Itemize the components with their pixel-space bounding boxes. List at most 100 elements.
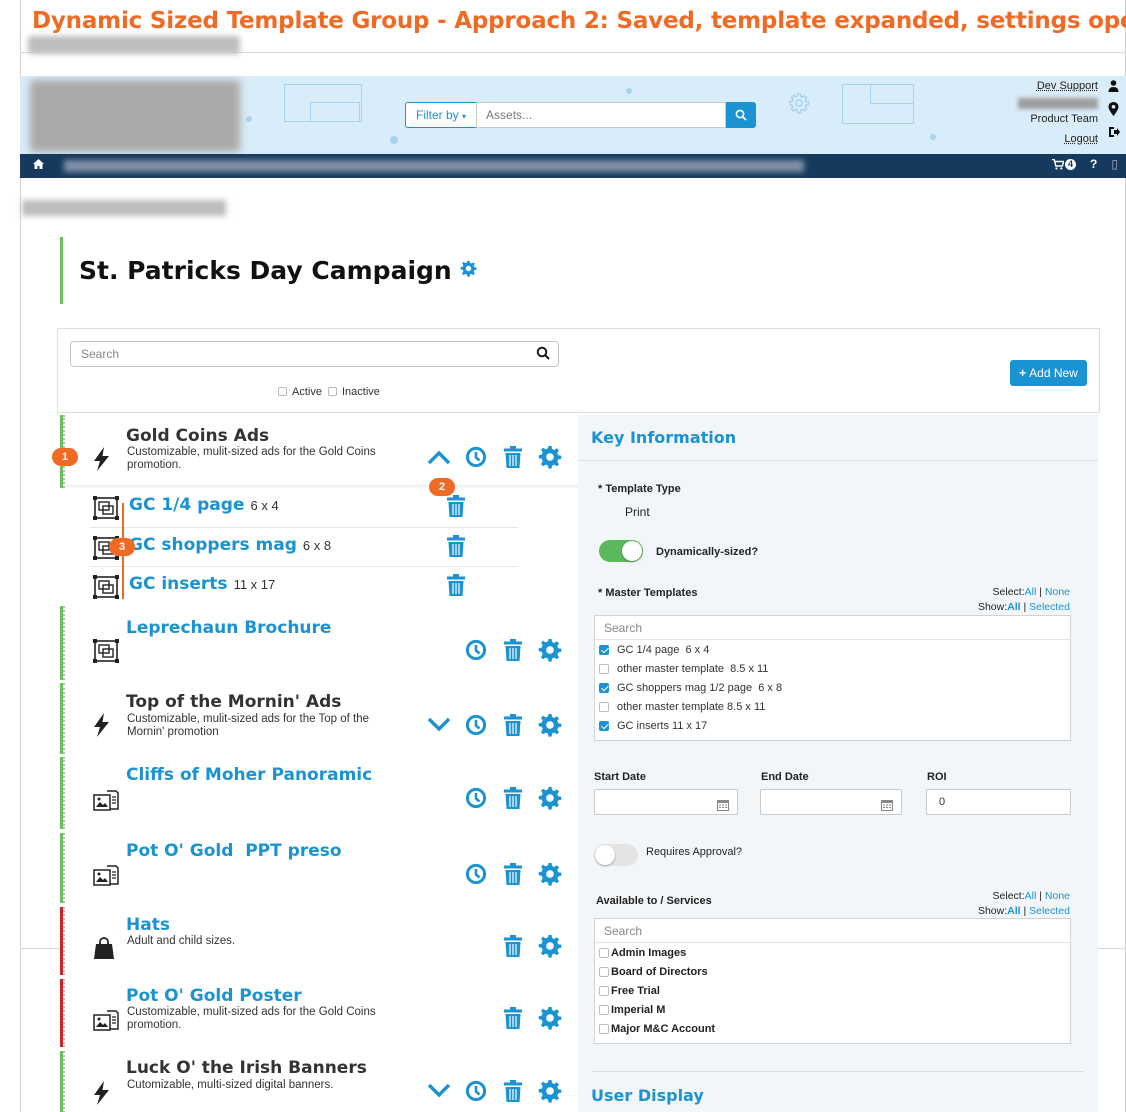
select-none-link[interactable]: None (1045, 890, 1070, 902)
master-templates-box: Search GC 1/4 page 6 x 4 other master te… (594, 615, 1071, 741)
trash-icon[interactable] (494, 446, 531, 468)
master-template-option[interactable]: other master template 8.5 x 11 (595, 659, 1070, 678)
template-title[interactable]: Gold Coins Ads (126, 426, 269, 446)
expand-chevron-down-icon[interactable] (420, 717, 457, 733)
child-template-title[interactable]: GC 1/4 page 6 x 4 (129, 495, 279, 515)
dev-support-link[interactable]: Dev Support (1018, 80, 1098, 92)
collapse-chevron-up-icon[interactable] (420, 449, 457, 465)
requires-approval-toggle[interactable] (594, 844, 638, 866)
gear-icon[interactable] (531, 638, 568, 662)
service-option[interactable]: Major M&C Account (595, 1019, 1070, 1038)
bookmark-icon[interactable]: ▯ (1111, 157, 1118, 171)
template-row[interactable]: Top of the Mornin' Ads Customizable, mul… (60, 683, 578, 754)
checkbox-icon (599, 966, 609, 977)
service-option[interactable]: Board of Directors (595, 962, 1070, 981)
search-icon[interactable] (536, 346, 550, 360)
master-templates-search[interactable]: Search (595, 616, 1070, 640)
select-none-link[interactable]: None (1045, 586, 1070, 598)
show-all-link[interactable]: All (1007, 601, 1020, 613)
select-all-link[interactable]: All (1025, 586, 1037, 598)
filter-by-dropdown[interactable]: Filter by ▾ (405, 102, 477, 128)
active-filter-checkbox[interactable]: Active (278, 386, 322, 398)
template-title[interactable]: Luck O' the Irish Banners (126, 1058, 367, 1078)
clock-icon[interactable] (457, 714, 494, 736)
trash-icon[interactable] (447, 495, 465, 522)
show-selected-link[interactable]: Selected (1029, 601, 1070, 613)
checkbox-checked-icon (599, 720, 609, 731)
master-template-option[interactable]: GC shoppers mag 1/2 page 6 x 8 (595, 678, 1070, 697)
add-new-button[interactable]: + Add New (1010, 360, 1087, 386)
template-title[interactable]: Hats (126, 915, 170, 935)
template-title[interactable]: Pot O' Gold PPT preso (126, 841, 342, 861)
calendar-icon[interactable] (717, 796, 729, 820)
child-template-row[interactable]: GC inserts 11 x 17 (90, 566, 518, 605)
template-row[interactable]: Pot O' Gold PPT preso (60, 833, 578, 903)
campaign-settings-gear-icon[interactable] (460, 260, 477, 282)
master-template-option[interactable]: GC inserts 11 x 17 (595, 716, 1070, 735)
end-date-input[interactable] (760, 789, 902, 815)
roi-input[interactable]: 0 (926, 789, 1071, 815)
gear-icon[interactable] (531, 786, 568, 810)
select-all-link[interactable]: All (1025, 890, 1037, 902)
child-template-row[interactable]: GC 1/4 page 6 x 4 (90, 488, 518, 527)
trash-icon[interactable] (494, 787, 531, 809)
template-title[interactable]: Leprechaun Brochure (126, 618, 331, 638)
expand-chevron-down-icon[interactable] (420, 1083, 457, 1099)
trash-icon[interactable] (494, 714, 531, 736)
help-icon[interactable]: ? (1090, 157, 1097, 171)
service-option[interactable]: Free Trial (595, 981, 1070, 1000)
template-title[interactable]: Cliffs of Moher Panoramic (126, 765, 372, 785)
template-row[interactable]: Pot O' Gold Poster Customizable, mulit-s… (60, 979, 578, 1047)
template-search-input[interactable]: Search (70, 341, 559, 367)
child-template-title[interactable]: GC inserts 11 x 17 (129, 574, 275, 594)
gear-icon[interactable] (531, 1079, 568, 1103)
clock-icon[interactable] (457, 639, 494, 661)
service-option[interactable]: Imperial M (595, 1000, 1070, 1019)
clock-icon[interactable] (457, 863, 494, 885)
gear-icon[interactable] (531, 445, 568, 469)
gear-icon[interactable] (531, 934, 568, 958)
clock-icon[interactable] (457, 446, 494, 468)
page-header: St. Patricks Day Campaign (60, 237, 477, 304)
dynamically-sized-toggle[interactable] (599, 540, 643, 562)
select-label: Select: (992, 890, 1025, 902)
inactive-filter-checkbox[interactable]: Inactive (327, 386, 380, 398)
template-title[interactable]: Top of the Mornin' Ads (126, 692, 341, 712)
services-search[interactable]: Search (595, 919, 1070, 943)
trash-icon[interactable] (447, 574, 465, 601)
trash-icon[interactable] (494, 863, 531, 885)
service-option[interactable]: Admin Images (595, 943, 1070, 962)
template-row[interactable]: Leprechaun Brochure (60, 606, 578, 680)
trash-icon[interactable] (494, 639, 531, 661)
clock-icon[interactable] (457, 787, 494, 809)
gear-icon[interactable] (531, 1006, 568, 1030)
template-row[interactable]: Gold Coins Ads Customizable, mulit-sized… (60, 415, 578, 488)
clock-icon[interactable] (457, 1080, 494, 1102)
template-row[interactable]: Cliffs of Moher Panoramic (60, 757, 578, 829)
trash-icon[interactable] (494, 1007, 531, 1029)
master-template-option[interactable]: other master template 8.5 x 11 (595, 697, 1070, 716)
show-all-link[interactable]: All (1007, 905, 1020, 917)
cart-button[interactable]: 4 (1052, 158, 1077, 170)
template-title[interactable]: Pot O' Gold Poster (126, 986, 302, 1006)
logout-link[interactable]: Logout (1018, 133, 1098, 145)
start-date-input[interactable] (594, 789, 738, 815)
gear-icon[interactable] (531, 862, 568, 886)
calendar-icon[interactable] (881, 796, 893, 820)
gear-icon[interactable] (531, 713, 568, 737)
trash-icon[interactable] (494, 1080, 531, 1102)
user-icon (1108, 80, 1119, 92)
checkbox-icon (599, 663, 609, 674)
template-row[interactable]: Hats Adult and child sizes. (60, 907, 578, 975)
template-row[interactable]: Luck O' the Irish Banners Cutomizable, m… (60, 1051, 578, 1112)
home-icon[interactable] (33, 158, 44, 172)
asset-search-input[interactable]: Assets... (476, 102, 727, 128)
show-selected-link[interactable]: Selected (1029, 905, 1070, 917)
child-template-row[interactable]: GC shoppers mag 6 x 8 (90, 527, 518, 566)
trash-icon[interactable] (447, 535, 465, 562)
asset-search-button[interactable] (726, 102, 757, 128)
child-template-title[interactable]: GC shoppers mag 6 x 8 (129, 535, 331, 555)
master-template-option[interactable]: GC 1/4 page 6 x 4 (595, 640, 1070, 659)
sign-out-icon[interactable] (1108, 126, 1120, 138)
trash-icon[interactable] (494, 935, 531, 957)
